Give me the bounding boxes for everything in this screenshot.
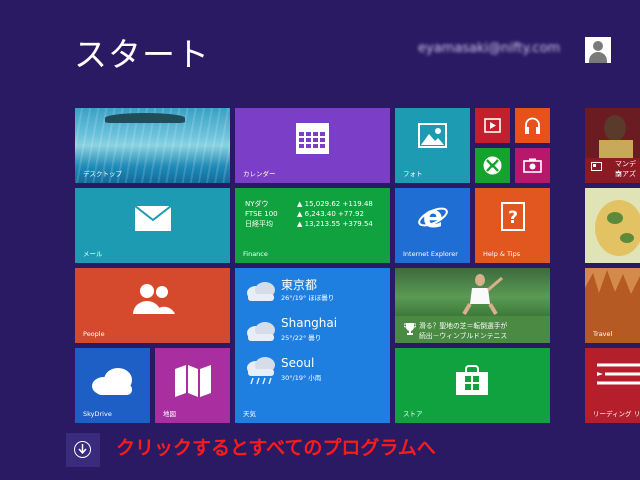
tile-travel-label: Travel [593, 330, 613, 338]
annotation-text: クリックするとすべてのプログラムへ [116, 437, 436, 459]
game-controller-icon [483, 156, 502, 175]
weather-city: 東京都 [281, 278, 318, 292]
tile-skydrive[interactable]: SkyDrive [75, 348, 150, 423]
page-title: スタート [74, 35, 210, 74]
tile-sport-news[interactable]: 滑る？聖地の芝＝転倒選手が 続出－ウィンブルドンテニス [395, 268, 550, 343]
tile-people-label: People [83, 330, 105, 338]
tile-skydrive-label: SkyDrive [83, 410, 112, 418]
tile-calendar[interactable]: カレンダー [235, 108, 390, 183]
tile-finance-label: Finance [243, 250, 268, 258]
weather-temp: 26°/19° ほぼ曇り [281, 294, 335, 302]
tile-music[interactable] [515, 108, 550, 143]
news-icon [591, 162, 602, 171]
tile-help-tips[interactable]: ? Help & Tips [475, 188, 550, 263]
tile-calendar-label: カレンダー [243, 170, 276, 178]
photo-icon [418, 123, 447, 148]
cloud-icon [247, 322, 275, 341]
tile-mail[interactable]: メール [75, 188, 230, 263]
cloud-icon [247, 282, 275, 301]
finance-row: NYダウ ▲ 15,029.62 +119.48 [245, 200, 373, 208]
food-photo-image [585, 188, 640, 263]
tile-people[interactable]: People [75, 268, 230, 343]
tile-ie-label: Internet Explorer [403, 250, 458, 258]
tile-internet-explorer[interactable]: e Internet Explorer [395, 188, 470, 263]
tile-weather-label: 天気 [243, 410, 256, 418]
down-arrow-circle-icon [74, 441, 91, 458]
tile-news[interactable]: マンデラ 南アズ [585, 108, 640, 183]
tile-help-label: Help & Tips [483, 250, 521, 258]
tile-finance[interactable]: NYダウ ▲ 15,029.62 +119.48 FTSE 100 ▲ 6,243.… [235, 188, 390, 263]
weather-city: Shanghai [281, 316, 338, 330]
tile-food[interactable] [585, 188, 640, 263]
svg-text:e: e [423, 201, 443, 233]
tile-store[interactable]: ストア [395, 348, 550, 423]
sport-headline: 滑る？聖地の芝＝転倒選手が [419, 322, 508, 330]
tile-weather[interactable]: 東京都 26°/19° ほぼ曇り Shanghai 25°/22° 曇り Seo… [235, 268, 390, 423]
help-book-icon: ? [501, 202, 525, 231]
calendar-icon [296, 123, 329, 154]
tile-desktop-label: デスクトップ [83, 170, 122, 178]
tile-photos[interactable]: フォト [395, 108, 470, 183]
user-avatar[interactable] [585, 37, 611, 63]
news-headline: 南アズ [615, 170, 636, 178]
envelope-icon [135, 206, 171, 231]
user-name[interactable]: eyamasaki@nifty.com [418, 41, 560, 56]
weather-temp: 25°/22° 曇り [281, 334, 322, 342]
news-photo-image [585, 108, 640, 158]
tennis-player-image [462, 274, 503, 316]
trophy-icon [404, 323, 416, 335]
tile-maps[interactable]: 地図 [155, 348, 230, 423]
tile-mail-label: メール [83, 250, 103, 258]
reading-list-icon [597, 363, 640, 385]
map-icon [175, 365, 211, 397]
store-bag-icon [456, 365, 488, 395]
tile-camera[interactable] [515, 148, 550, 183]
internet-explorer-icon: e [418, 201, 448, 233]
tile-games[interactable] [475, 148, 510, 183]
video-icon [484, 118, 501, 133]
tile-travel[interactable]: Travel [585, 268, 640, 343]
tile-reading-list[interactable]: リーディング リスト [585, 348, 640, 423]
all-apps-button[interactable] [66, 433, 100, 467]
tile-desktop[interactable]: デスクトップ [75, 108, 230, 183]
cloud-icon [92, 368, 132, 395]
tile-photos-label: フォト [403, 170, 423, 178]
tile-video[interactable] [475, 108, 510, 143]
svg-text:?: ? [508, 208, 518, 228]
tile-reading-label: リーディング リスト [593, 410, 640, 418]
finance-row: FTSE 100 ▲ 6,243.40 +77.92 [245, 210, 364, 218]
rain-cloud-icon [247, 357, 275, 385]
finance-row: 日経平均 ▲ 13,213.55 +379.54 [245, 220, 373, 228]
tile-store-label: ストア [403, 410, 423, 418]
weather-city: Seoul [281, 356, 315, 370]
headphones-icon [525, 117, 540, 134]
sport-headline: 続出－ウィンブルドンテニス [419, 332, 508, 340]
people-icon [133, 284, 175, 314]
camera-icon [523, 158, 542, 173]
weather-temp: 30°/19° 小雨 [281, 374, 322, 382]
tile-maps-label: 地図 [163, 410, 176, 418]
